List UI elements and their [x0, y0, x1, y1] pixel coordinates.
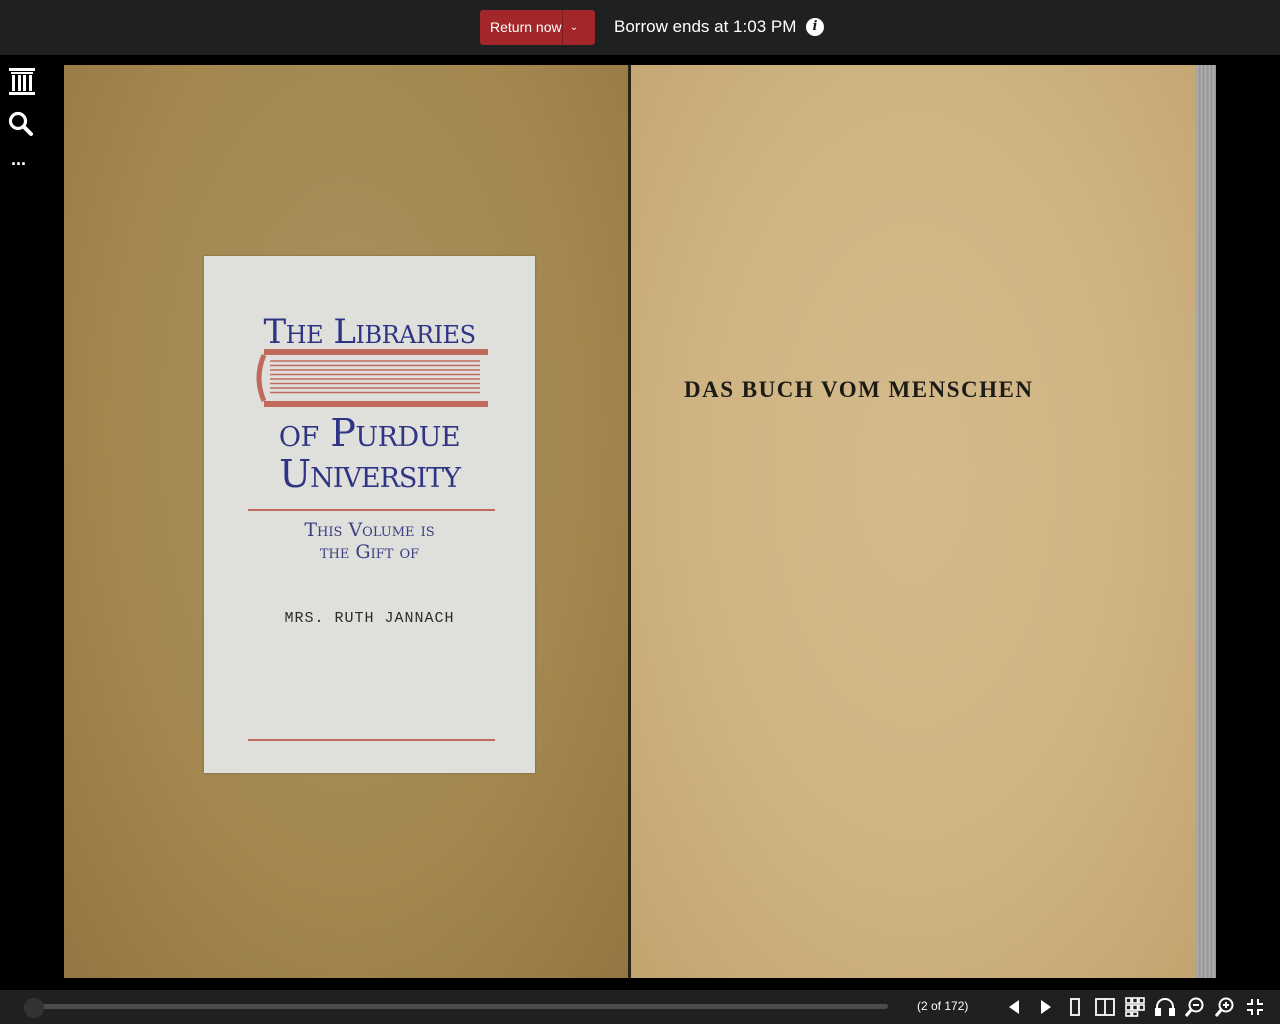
return-now-button[interactable]: Return now ⌄: [480, 10, 595, 45]
bookplate-line-libraries: The Libraries: [263, 312, 476, 352]
side-rail: ...: [0, 55, 44, 990]
page-title-text: DAS BUCH VOM MENSCHEN: [684, 377, 1034, 402]
one-page-view-icon[interactable]: [1064, 996, 1086, 1018]
right-page: [631, 65, 1196, 978]
bookplate-bottom-rule: [248, 739, 495, 741]
bookplate-line-purdue: of Purdue: [278, 411, 461, 455]
bookplate: The Libraries of Purdue University This …: [204, 256, 535, 773]
bookplate-gift-line1: This Volume is: [304, 519, 435, 541]
borrow-status-text: Borrow ends at 1:03 PM: [614, 17, 797, 36]
bookplate-line-university: University: [279, 452, 461, 496]
return-options-dropdown[interactable]: ⌄: [563, 10, 585, 45]
page-edges: [1196, 65, 1216, 978]
top-bar: Return now ⌄ Borrow ends at 1:03 PM i: [0, 0, 1280, 55]
bookplate-gift-line2: the Gift of: [319, 541, 420, 563]
more-icon[interactable]: ...: [11, 149, 39, 177]
library-icon[interactable]: [8, 67, 36, 95]
thumbnail-view-icon[interactable]: [1124, 996, 1146, 1018]
exit-fullscreen-icon[interactable]: [1244, 996, 1266, 1018]
zoom-in-icon[interactable]: [1214, 996, 1236, 1018]
next-page-icon[interactable]: [1034, 996, 1056, 1018]
read-aloud-icon[interactable]: [1154, 996, 1176, 1018]
book-emblem-icon: [256, 349, 488, 407]
return-now-label[interactable]: Return now: [480, 10, 562, 45]
bookplate-donor-name: MRS. RUTH JANNACH: [284, 610, 455, 627]
zoom-out-icon[interactable]: [1184, 996, 1206, 1018]
page-indicator: (2 of 172): [917, 999, 969, 1013]
page-slider-handle[interactable]: [24, 998, 45, 1018]
bookplate-divider: [248, 509, 495, 511]
search-icon[interactable]: [8, 111, 36, 139]
page-slider-track[interactable]: [24, 1004, 888, 1009]
two-page-view-icon[interactable]: [1094, 996, 1116, 1018]
info-icon[interactable]: i: [806, 18, 824, 36]
previous-page-icon[interactable]: [1004, 996, 1026, 1018]
